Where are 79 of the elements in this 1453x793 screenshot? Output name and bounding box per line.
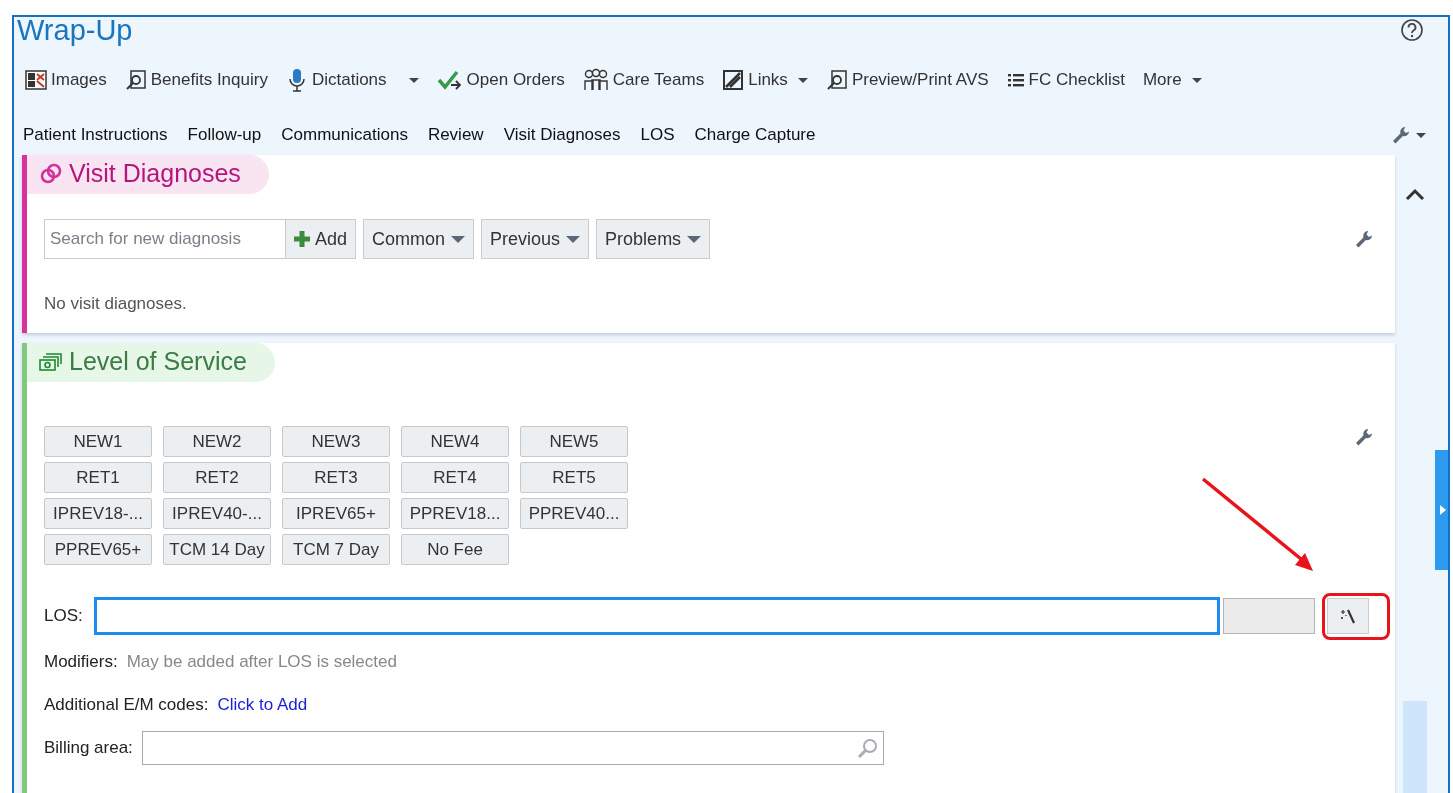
toolbar-button[interactable]: More (1142, 70, 1202, 90)
los-code-button[interactable]: IPREV18-... (44, 498, 152, 529)
nav-tab[interactable]: Patient Instructions (23, 125, 168, 145)
magnifier-icon (825, 69, 848, 91)
dropdown-button[interactable]: Previous (481, 219, 590, 259)
toolbar-button[interactable]: Benefits Inquiry (124, 69, 268, 91)
los-code-button[interactable]: RET3 (282, 462, 390, 493)
people-icon (582, 68, 609, 92)
los-code-button[interactable]: PPREV65+ (44, 534, 152, 565)
hint-text: May be added after LOS is selected (126, 652, 397, 672)
field-label: Billing area: (44, 738, 133, 758)
code-field[interactable] (1222, 598, 1315, 634)
los-code-button[interactable]: IPREV65+ (282, 498, 390, 529)
page-title: Wrap-Up (17, 17, 133, 45)
triangle-right-icon (1439, 505, 1446, 515)
caret-icon (1416, 132, 1426, 138)
chevron-up-icon (1405, 188, 1425, 200)
plus-icon (294, 231, 310, 247)
field-label: Modifiers: (44, 652, 118, 672)
wrench-icon (1355, 428, 1373, 446)
nav-tab[interactable]: Follow-up (187, 125, 262, 145)
dropdown-button[interactable]: Problems (596, 219, 711, 259)
wand-button[interactable] (1326, 598, 1369, 634)
los-code-button[interactable]: RET4 (401, 462, 509, 493)
toolbar-button[interactable]: FC Checklist (1006, 70, 1125, 90)
billing-area-field[interactable] (141, 731, 884, 765)
settings-button[interactable] (1355, 428, 1373, 446)
field-label: LOS: (44, 606, 83, 626)
link-box-icon (722, 69, 745, 91)
los-code-button[interactable]: NEW3 (282, 426, 390, 457)
los-code-button[interactable]: RET5 (520, 462, 628, 493)
los-code-button[interactable]: NEW2 (163, 426, 271, 457)
los-code-button[interactable]: NEW1 (44, 426, 152, 457)
search-field[interactable]: Search for new diagnosis (44, 219, 286, 259)
los-code-button[interactable]: IPREV40-... (163, 498, 271, 529)
magnifier-icon (124, 69, 147, 91)
add-link[interactable]: Click to Add (217, 695, 308, 715)
los-code-button[interactable]: TCM 14 Day (163, 534, 271, 565)
los-code-button[interactable]: NEW5 (520, 426, 628, 457)
nav-tab[interactable]: Communications (281, 125, 408, 145)
nav-tab[interactable]: Visit Diagnoses (503, 125, 621, 145)
settings-button[interactable] (1355, 230, 1373, 248)
nav-tab[interactable]: Review (427, 125, 484, 145)
add-button[interactable]: Add (285, 219, 357, 259)
los-code-button[interactable]: PPREV40... (520, 498, 628, 529)
los-code-button[interactable]: PPREV18... (401, 498, 509, 529)
wrench-icon (1355, 230, 1373, 248)
caret-icon (687, 235, 702, 243)
caret-icon (566, 235, 581, 243)
field-label: Additional E/M codes: (44, 695, 209, 715)
los-code-button[interactable]: RET1 (44, 462, 152, 493)
section-title: Visit Diagnoses (69, 159, 241, 188)
toolbar-button[interactable]: Images (25, 69, 107, 91)
wrench-icon (1392, 126, 1410, 144)
toolbar-button[interactable]: Open Orders (436, 69, 565, 91)
los-field[interactable] (93, 597, 1220, 635)
search-icon (856, 737, 879, 759)
list-icon (1006, 71, 1025, 89)
los-code-button[interactable]: RET2 (163, 462, 271, 493)
dropdown-button[interactable]: Common (363, 219, 475, 259)
checkmark-arrow-icon (436, 69, 463, 91)
settings-menu-button[interactable] (1392, 126, 1426, 144)
empty-message: No visit diagnoses. (44, 294, 188, 314)
section-title: Level of Service (69, 347, 247, 376)
nav-tab[interactable]: Charge Capture (694, 125, 816, 145)
money-stack-icon (39, 351, 63, 372)
los-code-button[interactable]: TCM 7 Day (282, 534, 390, 565)
toolbar-button[interactable]: Dictations (285, 68, 419, 92)
toolbar-button[interactable]: Preview/Print AVS (825, 69, 989, 91)
los-code-button[interactable]: No Fee (401, 534, 509, 565)
nav-tab[interactable]: LOS (640, 125, 675, 145)
caret-icon (451, 235, 466, 243)
help-icon (1400, 18, 1424, 42)
toolbar-button[interactable]: Links (722, 69, 808, 91)
highlight-box (1322, 593, 1390, 640)
image-icon (25, 69, 47, 91)
los-code-button[interactable]: NEW4 (401, 426, 509, 457)
toolbar-button[interactable]: Care Teams (582, 68, 705, 92)
rings-icon (39, 161, 63, 186)
